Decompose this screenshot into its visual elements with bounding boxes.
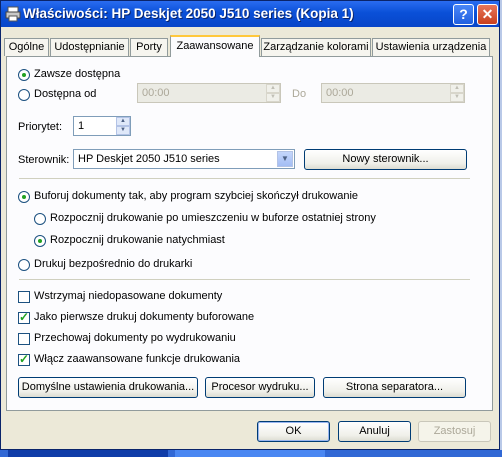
- window-title: Właściwości: HP Deskjet 2050 J510 series…: [23, 6, 354, 21]
- spin-up-icon[interactable]: ▲: [266, 84, 280, 93]
- to-time-field[interactable]: 00:00 ▲ ▼: [321, 83, 465, 103]
- tab-general[interactable]: Ogólne: [4, 38, 49, 56]
- from-time-field[interactable]: 00:00 ▲ ▼: [137, 83, 281, 103]
- spin-down-icon[interactable]: ▼: [450, 93, 464, 102]
- to-time-value: 00:00: [326, 87, 354, 99]
- from-time-spinner[interactable]: ▲ ▼: [266, 84, 280, 102]
- available-from-radio[interactable]: [18, 89, 30, 101]
- spin-down-icon[interactable]: ▼: [266, 93, 280, 102]
- priority-spinner[interactable]: ▲ ▼: [116, 117, 130, 135]
- spool-radio[interactable]: [18, 191, 30, 203]
- always-available-radio[interactable]: [18, 69, 30, 81]
- tab-ports[interactable]: Porty: [130, 38, 168, 56]
- new-driver-button[interactable]: Nowy sterownik...: [304, 149, 467, 170]
- chevron-down-icon[interactable]: ▼: [277, 151, 293, 167]
- spin-down-icon[interactable]: ▼: [116, 126, 130, 135]
- tab-sharing[interactable]: Udostępnianie: [50, 38, 129, 56]
- printer-icon: [5, 6, 21, 22]
- advanced-panel: Zawsze dostępna Dostępna od 00:00 ▲ ▼ Do …: [6, 56, 493, 411]
- print-direct-radio[interactable]: [18, 259, 30, 271]
- ok-button[interactable]: OK: [257, 421, 330, 442]
- start-after-last-page-label[interactable]: Rozpocznij drukowanie po umieszczeniu w …: [50, 212, 376, 224]
- advanced-features-checkbox[interactable]: [18, 352, 30, 366]
- spin-up-icon[interactable]: ▲: [450, 84, 464, 93]
- always-available-label[interactable]: Zawsze dostępna: [34, 68, 120, 80]
- tab-device-settings[interactable]: Ustawienia urządzenia: [372, 38, 490, 56]
- from-time-value: 00:00: [142, 87, 170, 99]
- taskbar-item[interactable]: [8, 450, 168, 457]
- apply-button[interactable]: Zastosuj: [418, 421, 491, 442]
- spooled-first-checkbox[interactable]: [18, 310, 30, 324]
- cancel-button[interactable]: Anuluj: [338, 421, 411, 442]
- advanced-features-label[interactable]: Włącz zaawansowane funkcje drukowania: [34, 353, 240, 365]
- driver-label: Sterownik:: [18, 154, 70, 166]
- to-label: Do: [292, 88, 307, 100]
- driver-selected: HP Deskjet 2050 J510 series: [78, 153, 220, 165]
- start-immediately-label[interactable]: Rozpocznij drukowanie natychmiast: [50, 234, 225, 246]
- taskbar: [0, 450, 502, 457]
- start-immediately-radio[interactable]: [34, 235, 46, 247]
- keep-printed-checkbox[interactable]: [18, 333, 30, 345]
- to-time-spinner[interactable]: ▲ ▼: [450, 84, 464, 102]
- hold-mismatched-checkbox[interactable]: [18, 291, 30, 303]
- spin-up-icon[interactable]: ▲: [116, 117, 130, 126]
- print-processor-button[interactable]: Procesor wydruku...: [205, 377, 315, 398]
- priority-field[interactable]: 1 ▲ ▼: [73, 116, 131, 136]
- tab-advanced[interactable]: Zaawansowane: [170, 35, 260, 57]
- keep-printed-label[interactable]: Przechowaj dokumenty po wydrukowaniu: [34, 332, 236, 344]
- tab-color-management[interactable]: Zarządzanie kolorami: [261, 38, 371, 56]
- start-after-last-page-radio[interactable]: [34, 213, 46, 225]
- separator-page-button[interactable]: Strona separatora...: [323, 377, 466, 398]
- taskbar-item[interactable]: [175, 450, 325, 457]
- printing-defaults-button[interactable]: Domyślne ustawienia drukowania...: [18, 377, 198, 398]
- properties-dialog: Właściwości: HP Deskjet 2050 J510 series…: [0, 0, 500, 450]
- spooled-first-label[interactable]: Jako pierwsze drukuj dokumenty buforowan…: [34, 311, 254, 323]
- close-button[interactable]: ✕: [477, 4, 498, 25]
- divider: [19, 279, 470, 280]
- divider: [19, 178, 470, 179]
- available-from-label[interactable]: Dostępna od: [34, 88, 96, 100]
- help-button[interactable]: ?: [453, 4, 474, 25]
- priority-value: 1: [78, 120, 85, 132]
- hold-mismatched-label[interactable]: Wstrzymaj niedopasowane dokumenty: [34, 290, 222, 302]
- print-direct-label[interactable]: Drukuj bezpośrednio do drukarki: [34, 258, 192, 270]
- driver-select[interactable]: HP Deskjet 2050 J510 series ▼: [73, 149, 295, 169]
- spool-label[interactable]: Buforuj dokumenty tak, aby program szybc…: [34, 190, 358, 202]
- priority-label: Priorytet:: [18, 121, 63, 133]
- title-bar[interactable]: Właściwości: HP Deskjet 2050 J510 series…: [1, 1, 499, 27]
